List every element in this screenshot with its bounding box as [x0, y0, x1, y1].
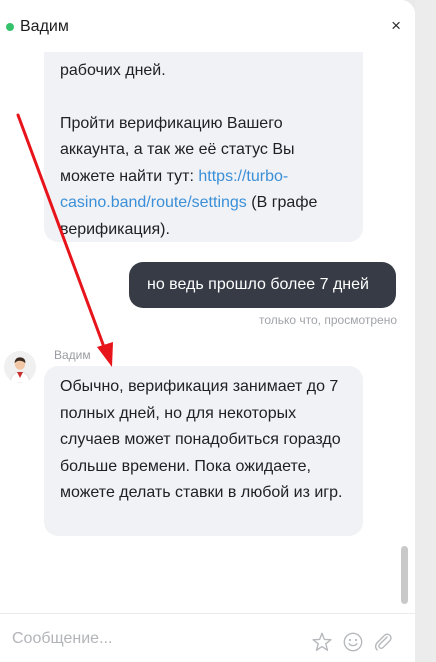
message-paragraph: Пройти верификацию Вашего аккаунта, а та… [60, 111, 347, 244]
chat-header: Вадим × [0, 0, 415, 52]
smile-icon[interactable] [342, 631, 364, 653]
incoming-message-bubble: Обычно, верификация занимает до 7 полных… [44, 366, 363, 536]
message-status: только что, просмотрено [258, 313, 397, 327]
message-text-line: рабочих дней. [60, 62, 166, 79]
message-composer [0, 613, 415, 662]
incoming-message-bubble: рабочих дней. Пройти верификацию Вашего … [44, 38, 363, 242]
scrollbar-thumb[interactable] [401, 546, 408, 604]
outgoing-message-bubble: но ведь прошло более 7 дней [129, 262, 396, 308]
close-icon[interactable]: × [391, 17, 401, 35]
star-icon[interactable] [311, 631, 333, 653]
paperclip-icon[interactable] [372, 631, 394, 653]
chat-window: рабочих дней. Пройти верификацию Вашего … [0, 0, 415, 662]
message-input[interactable] [12, 624, 302, 654]
avatar-icon [4, 351, 36, 383]
message-list: рабочих дней. Пройти верификацию Вашего … [0, 0, 415, 610]
chat-title: Вадим [20, 18, 69, 35]
online-dot-icon [6, 23, 14, 31]
sender-name: Вадим [54, 348, 91, 362]
background-edge [415, 0, 436, 662]
